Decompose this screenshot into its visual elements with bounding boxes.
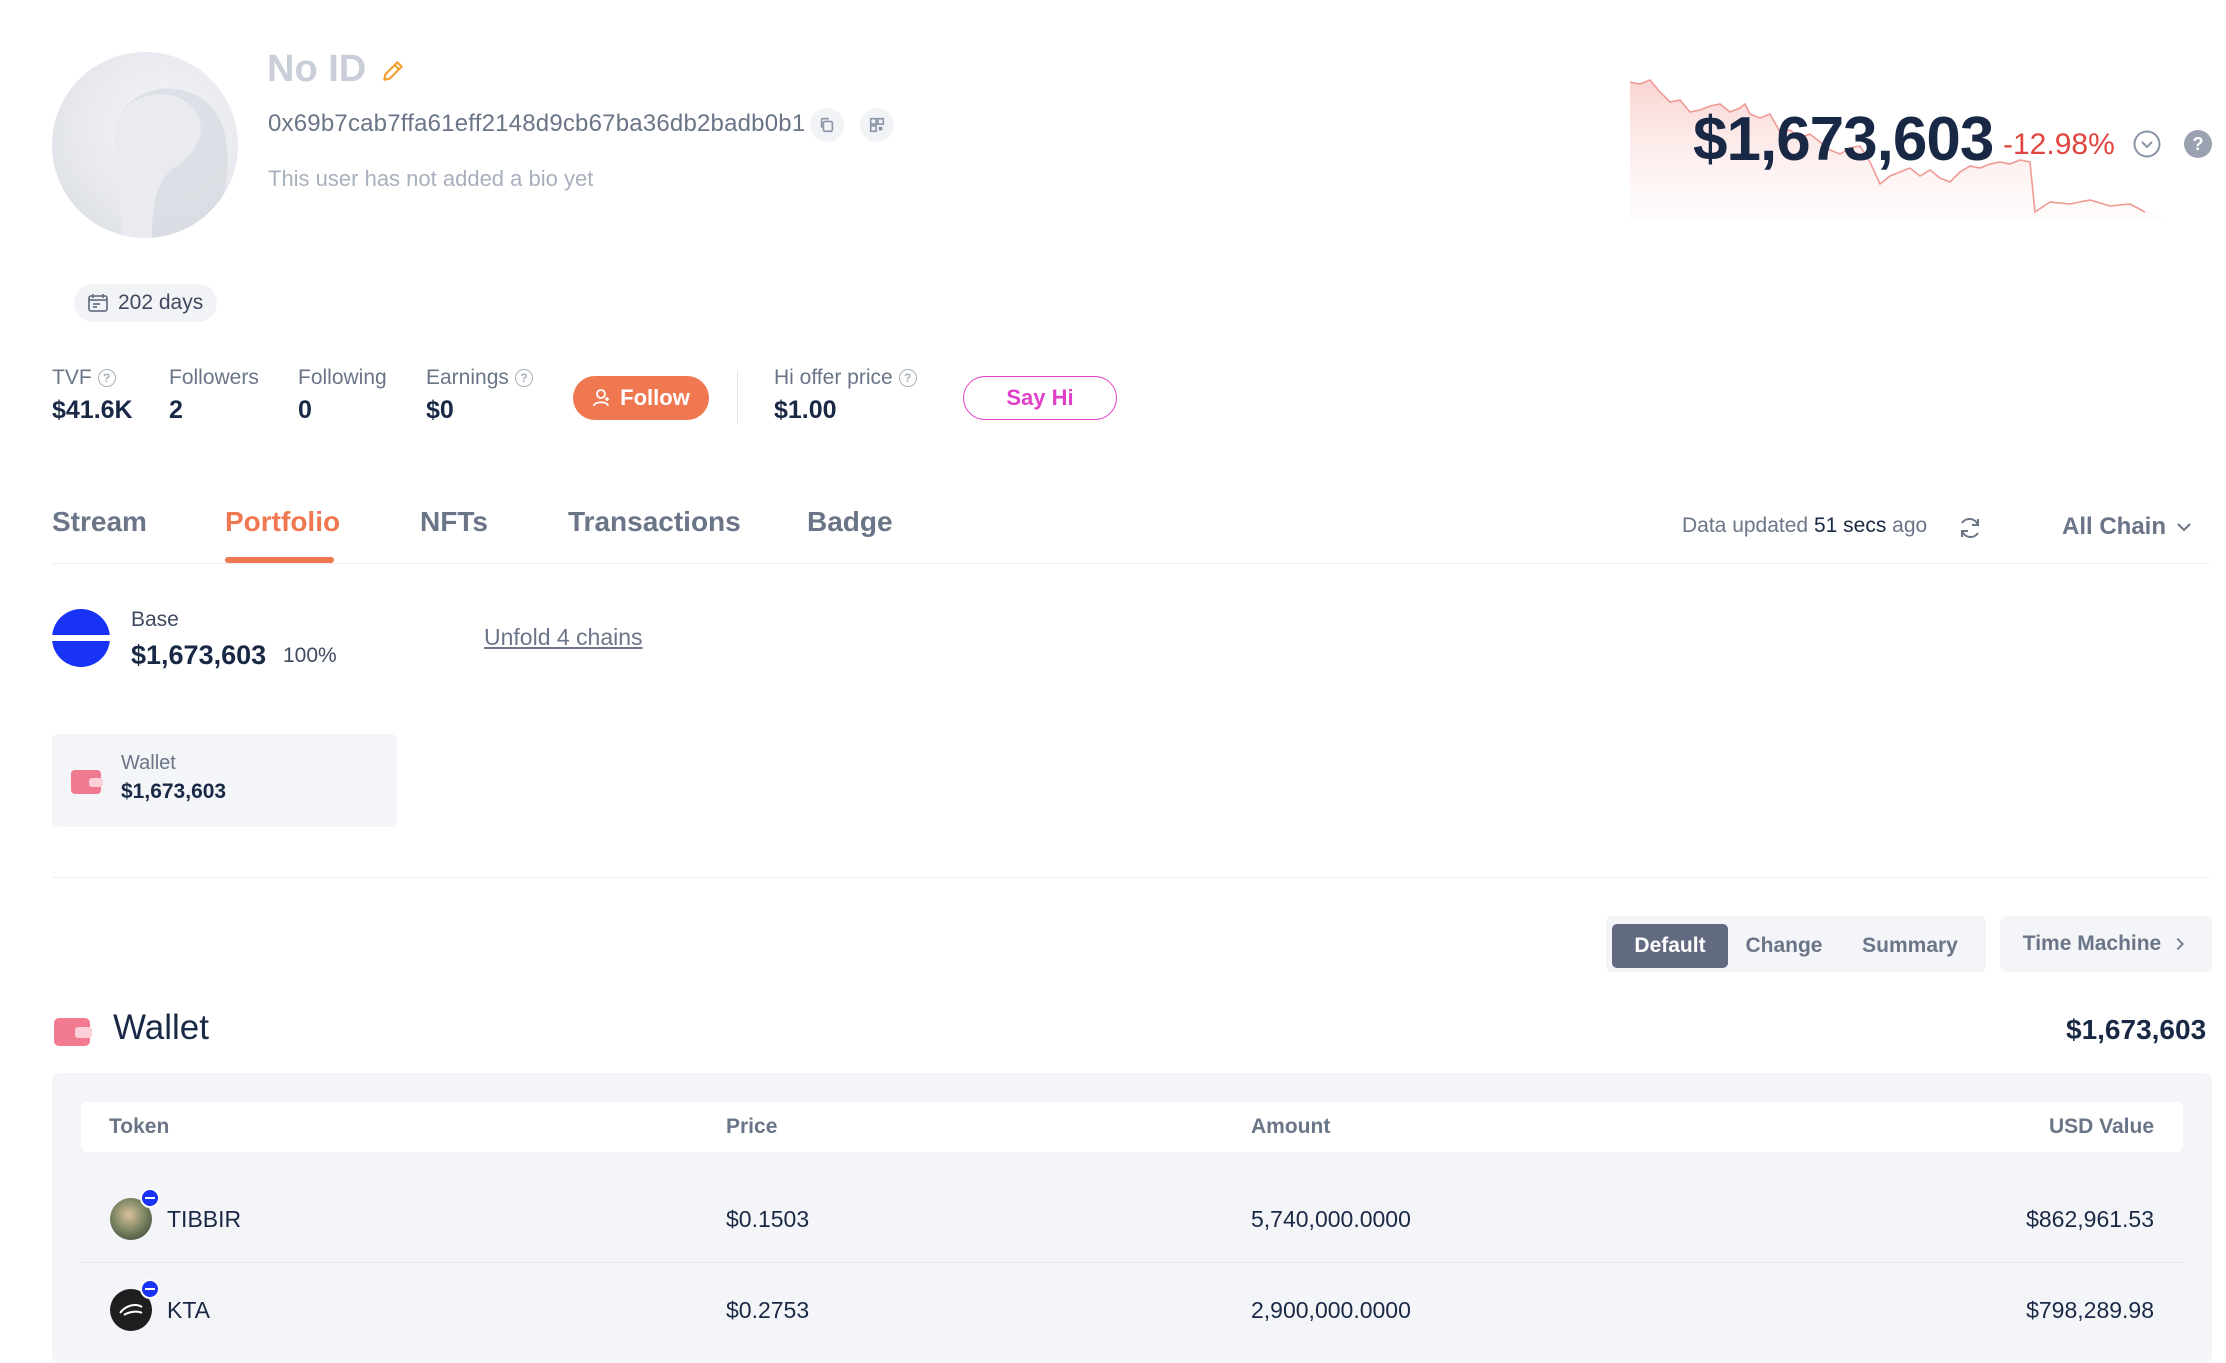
- wallet-address: 0x69b7cab7ffa61eff2148d9cb67ba36db2badb0…: [268, 110, 806, 137]
- chevron-down-icon: [2177, 523, 2191, 532]
- divider: [737, 370, 738, 424]
- tab-portfolio[interactable]: Portfolio: [225, 506, 340, 538]
- chain-filter-label: All Chain: [2062, 513, 2167, 540]
- updated-prefix: Data updated: [1682, 514, 1809, 537]
- base-chain-badge-icon: [140, 1188, 160, 1208]
- earnings-label: Earnings: [426, 366, 509, 389]
- section-divider: [52, 877, 2210, 878]
- total-balance: $1,673,603: [1693, 105, 1994, 174]
- token-amount: 2,900,000.0000: [1251, 1297, 1411, 1323]
- follow-label: Follow: [620, 385, 690, 410]
- followers-value: 2: [169, 396, 183, 424]
- token-price: $0.1503: [726, 1206, 810, 1232]
- stat-following[interactable]: Following 0: [298, 366, 387, 425]
- hi-offer-label: Hi offer price: [774, 366, 893, 389]
- base-chain-icon: [52, 609, 110, 667]
- token-amount: 5,740,000.0000: [1251, 1206, 1411, 1232]
- row-divider: [81, 1262, 2183, 1263]
- column-header-token: Token: [109, 1115, 170, 1138]
- column-header-usd-value: USD Value: [2048, 1115, 2154, 1138]
- table-header: [81, 1102, 2183, 1152]
- token-price: $0.2753: [726, 1297, 810, 1323]
- wallet-section-title: Wallet: [113, 1008, 209, 1047]
- edit-icon[interactable]: [380, 58, 406, 84]
- say-hi-button[interactable]: Say Hi: [963, 376, 1117, 420]
- profile-bio: This user has not added a bio yet: [268, 166, 594, 191]
- following-value: 0: [298, 396, 312, 424]
- active-tab-indicator: [225, 557, 334, 563]
- qr-code-icon[interactable]: [860, 108, 894, 142]
- copy-icon[interactable]: [810, 108, 844, 142]
- chain-value: $1,673,603: [131, 640, 267, 670]
- chain-percent: 100%: [283, 644, 337, 667]
- tab-stream[interactable]: Stream: [52, 506, 147, 538]
- token-name[interactable]: TIBBIR: [167, 1206, 241, 1233]
- earnings-value: $0: [426, 396, 454, 424]
- days-badge: 202 days: [74, 284, 218, 322]
- chain-name: Base: [131, 608, 179, 631]
- updated-suffix: ago: [1892, 514, 1928, 537]
- balance-change: -12.98%: [2003, 128, 2115, 161]
- tvf-value: $41.6K: [52, 396, 133, 424]
- followers-label: Followers: [169, 366, 259, 389]
- tab-badge[interactable]: Badge: [807, 506, 893, 538]
- token-name[interactable]: KTA: [167, 1297, 210, 1324]
- data-updated-status: Data updated 51 secs ago: [1682, 514, 1927, 538]
- unfold-chains-link[interactable]: Unfold 4 chains: [484, 624, 643, 651]
- help-icon[interactable]: ?: [514, 369, 533, 387]
- refresh-icon[interactable]: [1955, 513, 1985, 543]
- stat-hi-offer: Hi offer price? $1.00: [774, 366, 917, 425]
- wallet-card-label: Wallet: [121, 752, 176, 774]
- calendar-icon: [88, 294, 108, 312]
- wallet-section-total: $1,673,603: [2066, 1014, 2207, 1045]
- follow-button[interactable]: Follow: [573, 376, 709, 420]
- column-header-price: Price: [726, 1115, 778, 1138]
- chevron-right-icon: [2176, 937, 2185, 951]
- help-icon[interactable]: ?: [97, 369, 116, 387]
- updated-time: 51 secs: [1813, 514, 1887, 537]
- svg-text:?: ?: [2193, 134, 2204, 154]
- wallet-card-value: $1,673,603: [121, 780, 227, 803]
- tab-transactions[interactable]: Transactions: [568, 506, 741, 538]
- base-chain-badge-icon: [140, 1279, 160, 1299]
- hi-offer-value: $1.00: [774, 396, 837, 424]
- tab-nfts[interactable]: NFTs: [420, 506, 488, 538]
- tvf-label: TVF: [52, 366, 92, 389]
- user-icon: [593, 389, 610, 407]
- token-usd-value: $862,961.53: [2026, 1206, 2154, 1232]
- time-machine-label: Time Machine: [2022, 932, 2162, 955]
- tabs-divider: [52, 563, 2210, 564]
- wallet-icon: [54, 1018, 92, 1046]
- help-circle-icon[interactable]: ?: [2183, 129, 2213, 159]
- token-usd-value: $798,289.98: [2026, 1297, 2154, 1323]
- avatar: [52, 52, 238, 238]
- following-label: Following: [298, 366, 387, 389]
- stat-tvf: TVF? $41.6K: [52, 366, 133, 425]
- column-header-amount: Amount: [1251, 1115, 1331, 1138]
- help-icon[interactable]: ?: [898, 369, 917, 387]
- time-machine-button[interactable]: Time Machine: [2000, 916, 2212, 972]
- profile-name: No ID: [267, 48, 367, 90]
- chain-filter-dropdown[interactable]: All Chain: [2062, 513, 2194, 541]
- stat-followers[interactable]: Followers 2: [169, 366, 259, 425]
- view-default-button[interactable]: Default: [1612, 924, 1728, 968]
- chevron-down-circle-icon[interactable]: [2132, 129, 2162, 159]
- wallet-icon: [71, 770, 103, 794]
- stat-earnings: Earnings? $0: [426, 366, 533, 425]
- view-summary-button[interactable]: Summary: [1850, 924, 1970, 968]
- view-change-button[interactable]: Change: [1736, 924, 1832, 968]
- days-text: 202 days: [118, 291, 204, 314]
